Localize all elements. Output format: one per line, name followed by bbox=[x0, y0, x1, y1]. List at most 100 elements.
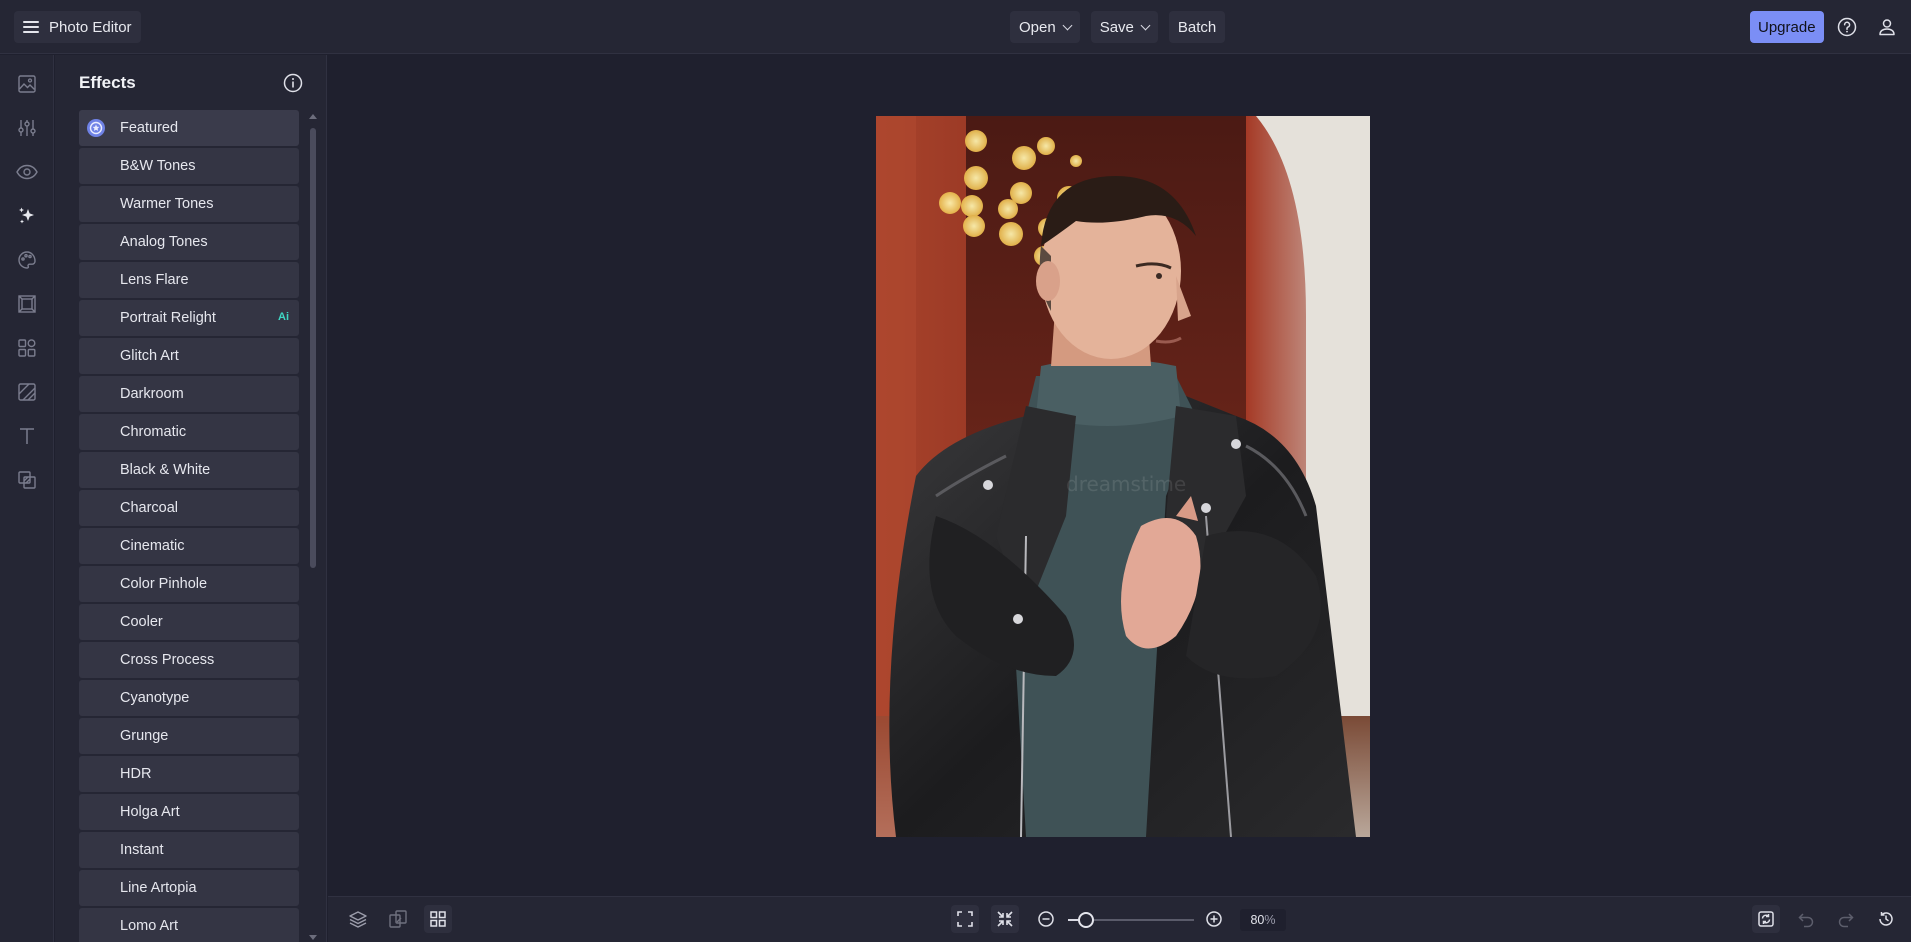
undo-icon[interactable] bbox=[1792, 905, 1820, 933]
effect-item[interactable]: Cross Process bbox=[79, 642, 299, 678]
effect-item-label: Cross Process bbox=[120, 652, 215, 668]
sync-icon[interactable] bbox=[1752, 905, 1780, 933]
save-button[interactable]: Save bbox=[1090, 11, 1158, 43]
ai-badge: Ai bbox=[278, 311, 289, 323]
effect-item[interactable]: Grunge bbox=[79, 718, 299, 754]
effect-item-label: Analog Tones bbox=[120, 234, 208, 250]
grid-icon[interactable] bbox=[424, 905, 452, 933]
actual-size-icon[interactable] bbox=[991, 905, 1019, 933]
fit-screen-icon[interactable] bbox=[951, 905, 979, 933]
effect-item[interactable]: Portrait Relight Ai bbox=[79, 300, 299, 336]
redo-icon[interactable] bbox=[1832, 905, 1860, 933]
effect-item-label: Warmer Tones bbox=[120, 196, 214, 212]
effect-item[interactable]: Instant bbox=[79, 832, 299, 868]
effect-item[interactable]: Lomo Art bbox=[79, 908, 299, 942]
menu-icon bbox=[23, 21, 39, 33]
effect-item[interactable]: Cyanotype bbox=[79, 680, 299, 716]
open-button[interactable]: Open bbox=[1010, 11, 1080, 43]
save-label: Save bbox=[1099, 18, 1134, 36]
zoom-level-input[interactable]: 80% bbox=[1240, 909, 1286, 931]
layers-icon[interactable] bbox=[344, 905, 372, 933]
canvas-area: dreamstime bbox=[328, 55, 1911, 895]
effect-item[interactable]: Warmer Tones bbox=[79, 186, 299, 222]
help-icon[interactable] bbox=[1833, 13, 1861, 41]
zoom-slider-handle[interactable] bbox=[1077, 912, 1094, 928]
compare-icon[interactable] bbox=[384, 905, 412, 933]
tool-rail bbox=[0, 55, 54, 942]
effect-item[interactable]: Glitch Art bbox=[79, 338, 299, 374]
effect-item[interactable]: Darkroom bbox=[79, 376, 299, 412]
app-title: Photo Editor bbox=[49, 18, 132, 36]
effect-item-label: Cyanotype bbox=[120, 690, 190, 706]
effect-item-label: Color Pinhole bbox=[120, 576, 208, 592]
effect-item-label: Black & White bbox=[120, 462, 211, 478]
batch-label: Batch bbox=[1177, 18, 1217, 36]
effect-item[interactable]: Charcoal bbox=[79, 490, 299, 526]
effect-item[interactable]: Analog Tones bbox=[79, 224, 299, 260]
effect-item[interactable]: Line Artopia bbox=[79, 870, 299, 906]
effect-item-label: Cooler bbox=[120, 614, 163, 630]
account-icon[interactable] bbox=[1873, 13, 1901, 41]
effect-item[interactable]: Cooler bbox=[79, 604, 299, 640]
effect-item[interactable]: B&W Tones bbox=[79, 148, 299, 184]
history-icon[interactable] bbox=[1872, 905, 1900, 933]
effect-item-label: Glitch Art bbox=[120, 348, 179, 364]
effect-item-label: Holga Art bbox=[120, 804, 180, 820]
texture-icon[interactable] bbox=[13, 378, 41, 406]
image-icon[interactable] bbox=[13, 70, 41, 98]
frame-icon[interactable] bbox=[13, 290, 41, 318]
batch-button[interactable]: Batch bbox=[1168, 11, 1226, 43]
eye-icon[interactable] bbox=[13, 158, 41, 186]
effects-sparkle-icon[interactable] bbox=[13, 202, 41, 230]
effect-item-label: Portrait Relight bbox=[120, 310, 216, 326]
effect-item-label: Darkroom bbox=[120, 386, 184, 402]
adjust-sliders-icon[interactable] bbox=[13, 114, 41, 142]
panel-title: Effects bbox=[79, 73, 136, 92]
effect-item-label: Cinematic bbox=[120, 538, 185, 554]
zoom-slider[interactable] bbox=[1068, 912, 1194, 928]
panel-scrollbar-thumb[interactable] bbox=[310, 128, 316, 568]
effect-item[interactable]: Featured bbox=[79, 110, 299, 146]
featured-badge-icon bbox=[86, 118, 106, 138]
text-icon[interactable] bbox=[13, 422, 41, 450]
effect-item-label: Lens Flare bbox=[120, 272, 189, 288]
effect-item[interactable]: Holga Art bbox=[79, 794, 299, 830]
photo-canvas[interactable]: dreamstime bbox=[876, 116, 1370, 837]
effect-item-label: HDR bbox=[120, 766, 152, 782]
effect-item-label: Chromatic bbox=[120, 424, 187, 440]
zoom-value: 80 bbox=[1250, 913, 1265, 927]
effect-item-label: B&W Tones bbox=[120, 158, 196, 174]
effect-item[interactable]: Color Pinhole bbox=[79, 566, 299, 602]
bottom-bar: 80% bbox=[328, 896, 1911, 942]
effect-item[interactable]: Chromatic bbox=[79, 414, 299, 450]
effect-item-label: Instant bbox=[120, 842, 164, 858]
svg-text:dreamstime: dreamstime bbox=[1066, 472, 1186, 496]
effects-panel: Effects Featured B&W Tones Warmer Tones Ana… bbox=[55, 55, 327, 942]
palette-icon[interactable] bbox=[13, 246, 41, 274]
app-menu-button[interactable]: Photo Editor bbox=[14, 11, 141, 43]
file-actions: Open Save Batch bbox=[1010, 11, 1226, 43]
effect-item-label: Line Artopia bbox=[120, 880, 197, 896]
top-bar: Photo Editor Open Save Batch Upgrade bbox=[0, 0, 1911, 54]
zoom-out-icon[interactable] bbox=[1032, 905, 1060, 933]
chevron-down-icon bbox=[1062, 20, 1073, 30]
open-label: Open bbox=[1019, 18, 1056, 36]
effect-item-label: Lomo Art bbox=[120, 918, 179, 934]
overlay-icon[interactable] bbox=[13, 466, 41, 494]
zoom-unit: % bbox=[1264, 913, 1276, 927]
info-icon[interactable] bbox=[282, 72, 304, 94]
effect-item[interactable]: Black & White bbox=[79, 452, 299, 488]
effect-item-label: Grunge bbox=[120, 728, 169, 744]
chevron-down-icon bbox=[1140, 20, 1151, 30]
effect-item-label: Charcoal bbox=[120, 500, 179, 516]
scroll-up-arrow-icon[interactable] bbox=[309, 114, 317, 119]
effect-item[interactable]: Lens Flare bbox=[79, 262, 299, 298]
shapes-icon[interactable] bbox=[13, 334, 41, 362]
effect-item-label: Featured bbox=[120, 120, 179, 136]
effect-item[interactable]: HDR bbox=[79, 756, 299, 792]
upgrade-button[interactable]: Upgrade bbox=[1750, 11, 1824, 43]
effects-list: Featured B&W Tones Warmer Tones Analog Tone… bbox=[79, 110, 299, 942]
scroll-down-arrow-icon[interactable] bbox=[309, 935, 317, 940]
effect-item[interactable]: Cinematic bbox=[79, 528, 299, 564]
zoom-in-icon[interactable] bbox=[1200, 905, 1228, 933]
